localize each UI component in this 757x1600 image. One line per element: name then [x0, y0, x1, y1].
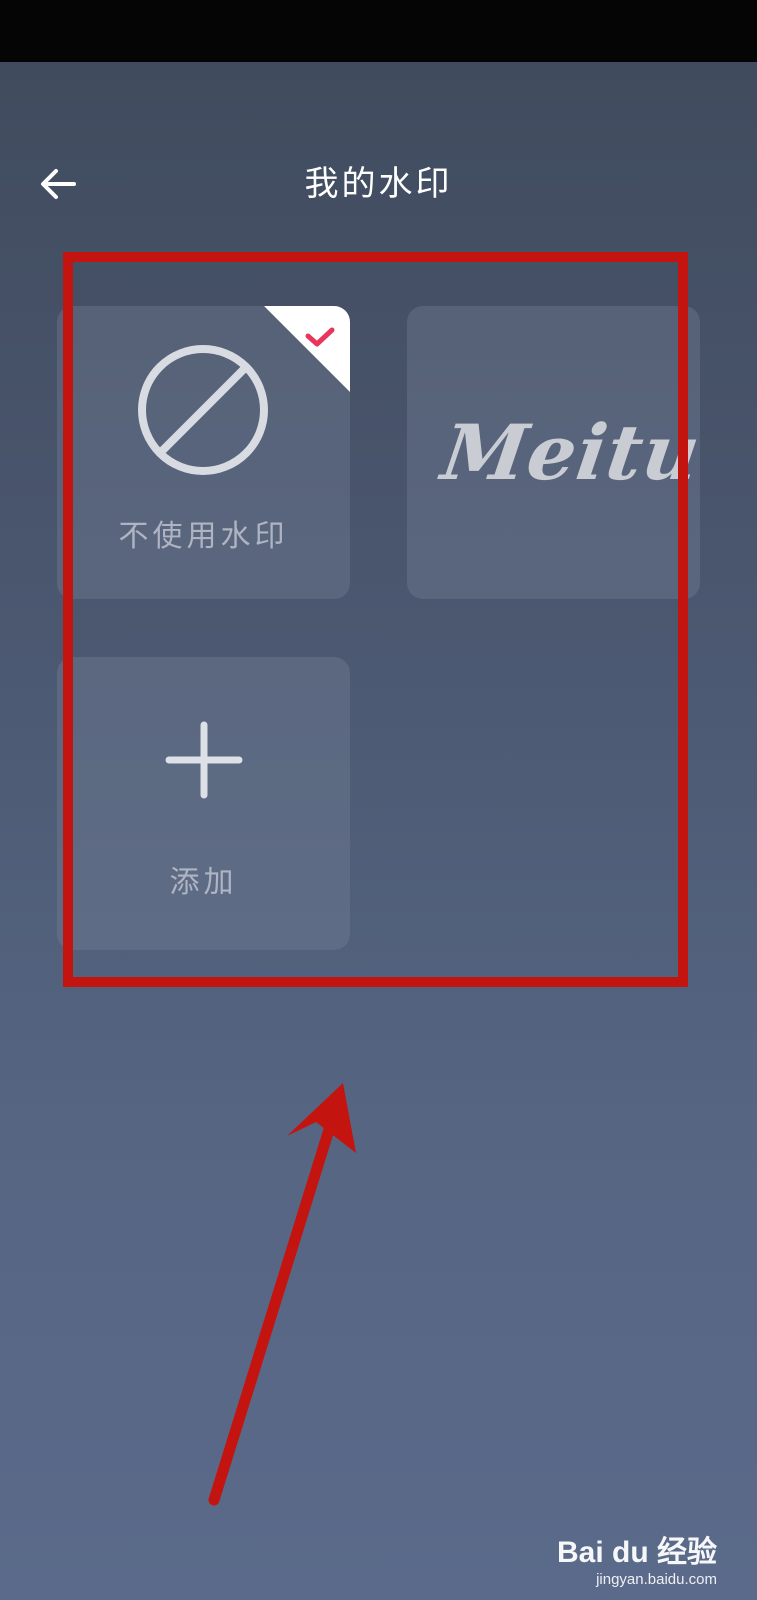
add-watermark-label: 添加 [169, 865, 238, 900]
no-watermark-label: 不使用水印 [118, 519, 289, 554]
watermark-brand: Bai du 经验 [556, 1536, 717, 1569]
no-entry-icon [138, 345, 268, 475]
page-title: 我的水印 [304, 164, 453, 204]
meitu-logo-text: Meitu [436, 408, 700, 497]
add-watermark-card[interactable]: 添加 [57, 657, 350, 950]
watermark-url: jingyan.baidu.com [596, 1571, 717, 1588]
meitu-logo: Meitu [407, 306, 700, 599]
no-watermark-card[interactable]: 不使用水印 [57, 306, 350, 599]
plus-icon [165, 721, 243, 799]
selected-check-icon [264, 306, 350, 392]
site-watermark: Bai du 经验 jingyan.baidu.com [557, 1527, 717, 1588]
meitu-watermark-card[interactable]: Meitu [407, 306, 700, 599]
status-bar [0, 0, 757, 62]
